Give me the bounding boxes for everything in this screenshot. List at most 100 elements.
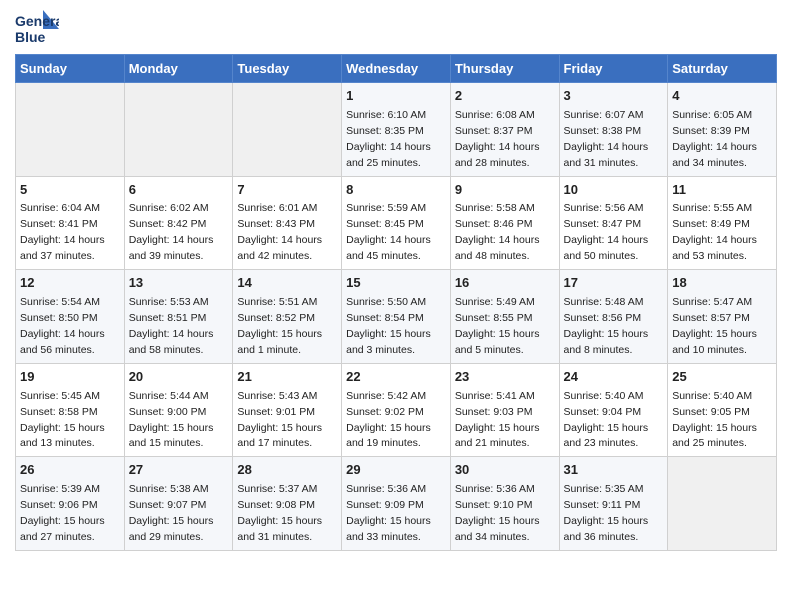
day-cell: 10 Sunrise: 5:56 AM Sunset: 8:47 PM Dayli… <box>559 176 668 270</box>
day-info: Sunrise: 5:47 AM Sunset: 8:57 PM Dayligh… <box>672 296 757 356</box>
day-info: Sunrise: 5:42 AM Sunset: 9:02 PM Dayligh… <box>346 390 431 450</box>
day-cell: 16 Sunrise: 5:49 AM Sunset: 8:55 PM Dayli… <box>450 270 559 364</box>
day-cell: 22 Sunrise: 5:42 AM Sunset: 9:02 PM Dayli… <box>342 363 451 457</box>
day-info: Sunrise: 5:55 AM Sunset: 8:49 PM Dayligh… <box>672 202 757 262</box>
calendar-table: SundayMondayTuesdayWednesdayThursdayFrid… <box>15 54 777 551</box>
day-cell: 26 Sunrise: 5:39 AM Sunset: 9:06 PM Dayli… <box>16 457 125 551</box>
day-info: Sunrise: 5:59 AM Sunset: 8:45 PM Dayligh… <box>346 202 431 262</box>
day-cell: 5 Sunrise: 6:04 AM Sunset: 8:41 PM Daylig… <box>16 176 125 270</box>
day-number: 5 <box>20 181 120 200</box>
day-number: 10 <box>564 181 664 200</box>
day-info: Sunrise: 6:04 AM Sunset: 8:41 PM Dayligh… <box>20 202 105 262</box>
day-cell <box>233 83 342 177</box>
day-number: 13 <box>129 274 229 293</box>
day-cell: 19 Sunrise: 5:45 AM Sunset: 8:58 PM Dayli… <box>16 363 125 457</box>
day-number: 20 <box>129 368 229 387</box>
day-cell <box>16 83 125 177</box>
day-number: 8 <box>346 181 446 200</box>
day-number: 28 <box>237 461 337 480</box>
day-info: Sunrise: 5:49 AM Sunset: 8:55 PM Dayligh… <box>455 296 540 356</box>
day-number: 16 <box>455 274 555 293</box>
day-info: Sunrise: 6:01 AM Sunset: 8:43 PM Dayligh… <box>237 202 322 262</box>
day-info: Sunrise: 5:39 AM Sunset: 9:06 PM Dayligh… <box>20 483 105 543</box>
week-row-2: 5 Sunrise: 6:04 AM Sunset: 8:41 PM Daylig… <box>16 176 777 270</box>
calendar-header: SundayMondayTuesdayWednesdayThursdayFrid… <box>16 55 777 83</box>
day-cell: 30Sunrise: 5:36 AM Sunset: 9:10 PM Dayli… <box>450 457 559 551</box>
header-cell-monday: Monday <box>124 55 233 83</box>
day-cell: 14 Sunrise: 5:51 AM Sunset: 8:52 PM Dayli… <box>233 270 342 364</box>
logo: GeneralBlue <box>15 10 59 48</box>
day-cell <box>668 457 777 551</box>
svg-text:Blue: Blue <box>15 29 46 45</box>
day-cell: 21 Sunrise: 5:43 AM Sunset: 9:01 PM Dayli… <box>233 363 342 457</box>
day-number: 19 <box>20 368 120 387</box>
day-info: Sunrise: 5:41 AM Sunset: 9:03 PM Dayligh… <box>455 390 540 450</box>
svg-text:General: General <box>15 13 59 29</box>
day-number: 17 <box>564 274 664 293</box>
day-info: Sunrise: 6:07 AM Sunset: 8:38 PM Dayligh… <box>564 109 649 169</box>
week-row-4: 19 Sunrise: 5:45 AM Sunset: 8:58 PM Dayli… <box>16 363 777 457</box>
header-cell-tuesday: Tuesday <box>233 55 342 83</box>
header-cell-friday: Friday <box>559 55 668 83</box>
day-info: Sunrise: 5:40 AM Sunset: 9:04 PM Dayligh… <box>564 390 649 450</box>
day-number: 23 <box>455 368 555 387</box>
day-info: Sunrise: 5:36 AM Sunset: 9:10 PM Dayligh… <box>455 483 540 543</box>
header-cell-saturday: Saturday <box>668 55 777 83</box>
day-cell: 28 Sunrise: 5:37 AM Sunset: 9:08 PM Dayli… <box>233 457 342 551</box>
day-cell: 8 Sunrise: 5:59 AM Sunset: 8:45 PM Daylig… <box>342 176 451 270</box>
day-info: Sunrise: 5:56 AM Sunset: 8:47 PM Dayligh… <box>564 202 649 262</box>
day-number: 7 <box>237 181 337 200</box>
header: GeneralBlue <box>15 10 777 48</box>
day-number: 3 <box>564 87 664 106</box>
day-cell: 11 Sunrise: 5:55 AM Sunset: 8:49 PM Dayli… <box>668 176 777 270</box>
day-cell: 6Sunrise: 6:02 AM Sunset: 8:42 PM Daylig… <box>124 176 233 270</box>
day-number: 29 <box>346 461 446 480</box>
day-number: 2 <box>455 87 555 106</box>
day-number: 21 <box>237 368 337 387</box>
day-info: Sunrise: 5:50 AM Sunset: 8:54 PM Dayligh… <box>346 296 431 356</box>
day-cell: 29Sunrise: 5:36 AM Sunset: 9:09 PM Dayli… <box>342 457 451 551</box>
week-row-3: 12 Sunrise: 5:54 AM Sunset: 8:50 PM Dayli… <box>16 270 777 364</box>
day-cell: 15Sunrise: 5:50 AM Sunset: 8:54 PM Dayli… <box>342 270 451 364</box>
day-number: 6 <box>129 181 229 200</box>
day-info: Sunrise: 5:51 AM Sunset: 8:52 PM Dayligh… <box>237 296 322 356</box>
day-info: Sunrise: 5:37 AM Sunset: 9:08 PM Dayligh… <box>237 483 322 543</box>
day-number: 18 <box>672 274 772 293</box>
day-cell: 4 Sunrise: 6:05 AM Sunset: 8:39 PM Daylig… <box>668 83 777 177</box>
day-cell: 31Sunrise: 5:35 AM Sunset: 9:11 PM Dayli… <box>559 457 668 551</box>
day-number: 26 <box>20 461 120 480</box>
header-cell-sunday: Sunday <box>16 55 125 83</box>
day-info: Sunrise: 6:10 AM Sunset: 8:35 PM Dayligh… <box>346 109 431 169</box>
day-cell: 12 Sunrise: 5:54 AM Sunset: 8:50 PM Dayli… <box>16 270 125 364</box>
header-row: SundayMondayTuesdayWednesdayThursdayFrid… <box>16 55 777 83</box>
day-cell: 3 Sunrise: 6:07 AM Sunset: 8:38 PM Daylig… <box>559 83 668 177</box>
day-cell: 25Sunrise: 5:40 AM Sunset: 9:05 PM Dayli… <box>668 363 777 457</box>
day-number: 14 <box>237 274 337 293</box>
day-cell: 7 Sunrise: 6:01 AM Sunset: 8:43 PM Daylig… <box>233 176 342 270</box>
week-row-5: 26 Sunrise: 5:39 AM Sunset: 9:06 PM Dayli… <box>16 457 777 551</box>
day-info: Sunrise: 5:58 AM Sunset: 8:46 PM Dayligh… <box>455 202 540 262</box>
day-number: 12 <box>20 274 120 293</box>
day-cell: 1 Sunrise: 6:10 AM Sunset: 8:35 PM Daylig… <box>342 83 451 177</box>
day-cell <box>124 83 233 177</box>
day-number: 11 <box>672 181 772 200</box>
day-cell: 24Sunrise: 5:40 AM Sunset: 9:04 PM Dayli… <box>559 363 668 457</box>
day-info: Sunrise: 5:43 AM Sunset: 9:01 PM Dayligh… <box>237 390 322 450</box>
day-cell: 17 Sunrise: 5:48 AM Sunset: 8:56 PM Dayli… <box>559 270 668 364</box>
day-number: 22 <box>346 368 446 387</box>
day-cell: 20 Sunrise: 5:44 AM Sunset: 9:00 PM Dayli… <box>124 363 233 457</box>
day-info: Sunrise: 5:48 AM Sunset: 8:56 PM Dayligh… <box>564 296 649 356</box>
header-cell-thursday: Thursday <box>450 55 559 83</box>
day-info: Sunrise: 6:05 AM Sunset: 8:39 PM Dayligh… <box>672 109 757 169</box>
day-info: Sunrise: 5:40 AM Sunset: 9:05 PM Dayligh… <box>672 390 757 450</box>
day-info: Sunrise: 5:35 AM Sunset: 9:11 PM Dayligh… <box>564 483 649 543</box>
day-cell: 23 Sunrise: 5:41 AM Sunset: 9:03 PM Dayli… <box>450 363 559 457</box>
day-info: Sunrise: 5:45 AM Sunset: 8:58 PM Dayligh… <box>20 390 105 450</box>
day-info: Sunrise: 5:54 AM Sunset: 8:50 PM Dayligh… <box>20 296 105 356</box>
calendar-body: 1 Sunrise: 6:10 AM Sunset: 8:35 PM Daylig… <box>16 83 777 551</box>
day-number: 4 <box>672 87 772 106</box>
day-info: Sunrise: 5:44 AM Sunset: 9:00 PM Dayligh… <box>129 390 214 450</box>
day-info: Sunrise: 5:53 AM Sunset: 8:51 PM Dayligh… <box>129 296 214 356</box>
day-number: 1 <box>346 87 446 106</box>
day-info: Sunrise: 5:38 AM Sunset: 9:07 PM Dayligh… <box>129 483 214 543</box>
